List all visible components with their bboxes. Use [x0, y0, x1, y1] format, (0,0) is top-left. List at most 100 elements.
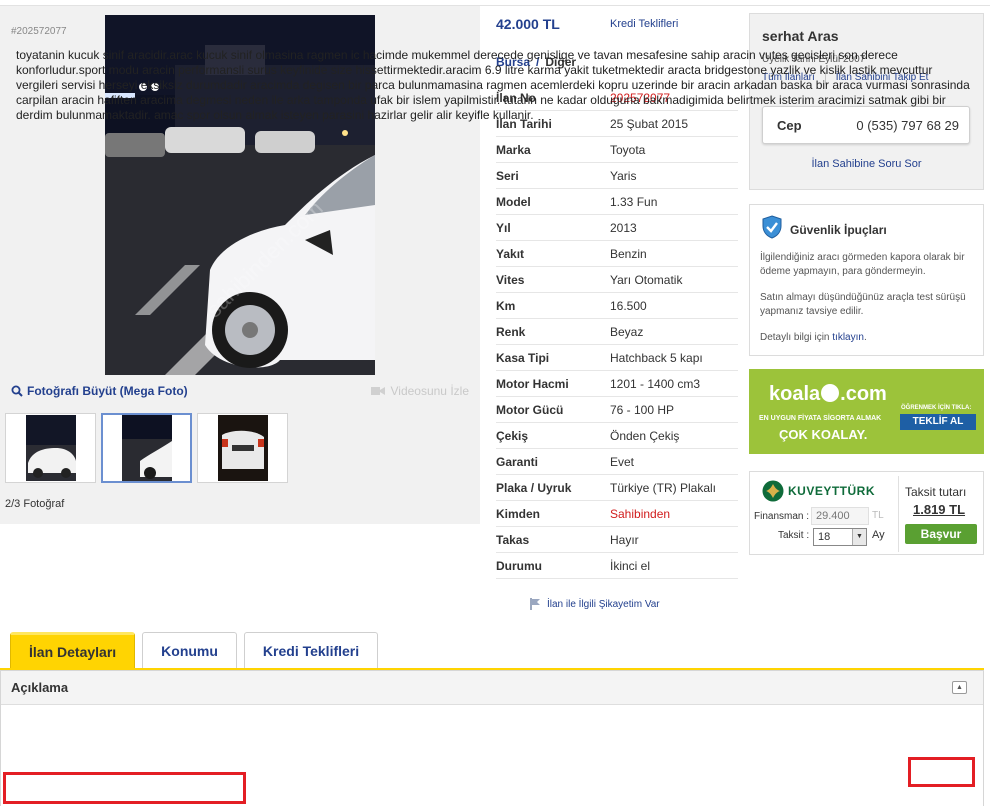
month-label: Ay [872, 529, 885, 541]
spec-value: 16.500 [610, 298, 647, 313]
safety-more-info: Detaylı bilgi için tıklayın. [760, 332, 867, 343]
spec-value: Önden Çekiş [610, 428, 680, 443]
spec-value: 1201 - 1400 cm3 [610, 376, 701, 391]
spec-row: Çekiş Önden Çekiş [496, 423, 738, 449]
spec-row: Vites Yarı Otomatik [496, 267, 738, 293]
spec-row: Model 1.33 Fun [496, 189, 738, 215]
spec-key: Çekiş [496, 428, 529, 443]
spec-value: 76 - 100 HP [610, 402, 675, 417]
thumbnail-2-image [121, 415, 172, 481]
koalay-line-2: ÇOK KOALAY. [779, 427, 868, 442]
description-header: Açıklama ▲ [1, 671, 983, 705]
thumbnail-1-image [25, 415, 76, 481]
spec-key: Vites [496, 272, 525, 287]
spec-row: Kasa Tipi Hatchback 5 kapı [496, 345, 738, 371]
collapse-button[interactable]: ▲ [952, 681, 967, 694]
safety-more-prefix: Detaylı bilgi için [760, 332, 830, 343]
spec-key: Renk [496, 324, 526, 339]
flag-icon [530, 598, 540, 610]
spec-row: Km 16.500 [496, 293, 738, 319]
spec-value: Hayır [610, 532, 639, 547]
spec-value: Hatchback 5 kapı [610, 350, 703, 365]
koalay-logo: koala .com [769, 383, 887, 406]
spec-row: Takas Hayır [496, 527, 738, 553]
shield-check-icon [762, 215, 782, 239]
highlight-box-right [908, 757, 975, 787]
thumbnail-3-image [217, 415, 268, 481]
koalay-logo-text-b: .com [840, 383, 887, 405]
financing-label: Finansman : [754, 511, 810, 522]
koalay-learn-label: ÖĞRENMEK İÇİN TIKLA: [901, 405, 972, 411]
description-title: Açıklama [11, 680, 69, 695]
koala-face-icon [821, 384, 840, 402]
report-ad-link[interactable]: İlan ile İlgili Şikayetim Var [530, 598, 660, 610]
spec-row: Motor Gücü 76 - 100 HP [496, 397, 738, 423]
report-ad-label: İlan ile İlgili Şikayetim Var [547, 598, 660, 610]
credit-offers-link[interactable]: Kredi Teklifleri [610, 18, 678, 30]
photo-count: 2/3 Fotoğraf [5, 498, 65, 510]
tab-location[interactable]: Konumu [142, 632, 237, 669]
safety-tip-1: İlgilendiğiniz aracı görmeden kapora ola… [760, 252, 965, 277]
spec-row: Renk Beyaz [496, 319, 738, 345]
spec-row: Kimden Sahibinden [496, 501, 738, 527]
spec-row: Yakıt Benzin [496, 241, 738, 267]
spec-value: Sahibinden [610, 506, 671, 521]
safety-more-link[interactable]: tıklayın [832, 332, 864, 343]
spec-key: Seri [496, 168, 519, 183]
spec-key: Takas [496, 532, 530, 547]
spec-row: Garanti Evet [496, 449, 738, 475]
spec-key: Motor Gücü [496, 402, 564, 417]
spec-value: Benzin [610, 246, 647, 261]
installment-amount-label: Taksit tutarı [905, 485, 967, 499]
thumbnail-2[interactable] [101, 413, 192, 483]
koalay-offer-button[interactable]: TEKLİF AL [900, 414, 976, 430]
financing-amount-field[interactable]: 29.400 [811, 507, 869, 525]
spec-row: Yıl 2013 [496, 215, 738, 241]
kuveytturk-finance-box: KUVEYTTÜRK Finansman : 29.400 TL Taksit … [749, 471, 984, 555]
kuveytturk-emblem-icon [762, 480, 784, 502]
spec-key: Model [496, 194, 531, 209]
spec-key: Durumu [496, 558, 542, 573]
thumbnail-strip [5, 413, 288, 483]
spec-row: Marka Toyota [496, 137, 738, 163]
video-camera-icon [371, 387, 386, 395]
description-text: toyatanin kucuk sinif aracidir.arac kucu… [16, 48, 970, 122]
detail-tabs: İlan Detayları Konumu Kredi Teklifleri [10, 632, 379, 669]
safety-tips-box: Güvenlik İpuçları İlgilendiğiniz aracı g… [749, 204, 984, 356]
tab-ad-details[interactable]: İlan Detayları [10, 632, 136, 669]
apply-button[interactable]: Başvur [905, 524, 977, 544]
highlight-box-left [3, 772, 246, 804]
currency-label: TL [872, 510, 884, 521]
spec-value: 2013 [610, 220, 637, 235]
spec-value: 1.33 Fun [610, 194, 658, 209]
spec-value: Beyaz [610, 324, 644, 339]
spec-key: Km [496, 298, 516, 313]
watch-video-link[interactable]: Videosunu İzle [371, 384, 469, 398]
tab-credit-offers[interactable]: Kredi Teklifleri [243, 632, 379, 669]
spec-value: İkinci el [610, 558, 651, 573]
spec-key: Plaka / Uyruk [496, 480, 572, 495]
koalay-insurance-banner[interactable]: koala .com EN UYGUN FİYATA SİGORTA ALMAK … [749, 369, 984, 454]
seller-name: serhat Aras [762, 28, 839, 44]
installment-value: 18 [818, 531, 831, 543]
safety-tips-title: Güvenlik İpuçları [790, 223, 887, 237]
spec-value: Yarı Otomatik [610, 272, 683, 287]
thumbnail-3[interactable] [197, 413, 288, 483]
chevron-down-icon: ▼ [852, 529, 866, 545]
installment-select[interactable]: 18 ▼ [813, 528, 867, 546]
spec-key: Marka [496, 142, 531, 157]
enlarge-photo-link[interactable]: Fotoğrafı Büyüt (Mega Foto) [11, 384, 188, 398]
spec-key: Motor Hacmi [496, 376, 569, 391]
spec-value: Yaris [610, 168, 637, 183]
thumbnail-1[interactable] [5, 413, 96, 483]
koalay-line-1: EN UYGUN FİYATA SİGORTA ALMAK [759, 415, 882, 422]
installment-amount: 1.819 TL [913, 502, 966, 517]
enlarge-photo-label: Fotoğrafı Büyüt (Mega Foto) [27, 384, 188, 398]
spec-value: Toyota [610, 142, 646, 157]
installment-label: Taksit : [778, 530, 810, 541]
spec-value: Evet [610, 454, 635, 469]
safety-tip-2: Satın almayı düşündüğünüz araçla test sü… [760, 292, 966, 317]
ask-seller-link[interactable]: İlan Sahibine Soru Sor [750, 158, 983, 170]
ad-id-label: #202572077 [11, 26, 67, 37]
spec-key: Yıl [496, 220, 511, 235]
